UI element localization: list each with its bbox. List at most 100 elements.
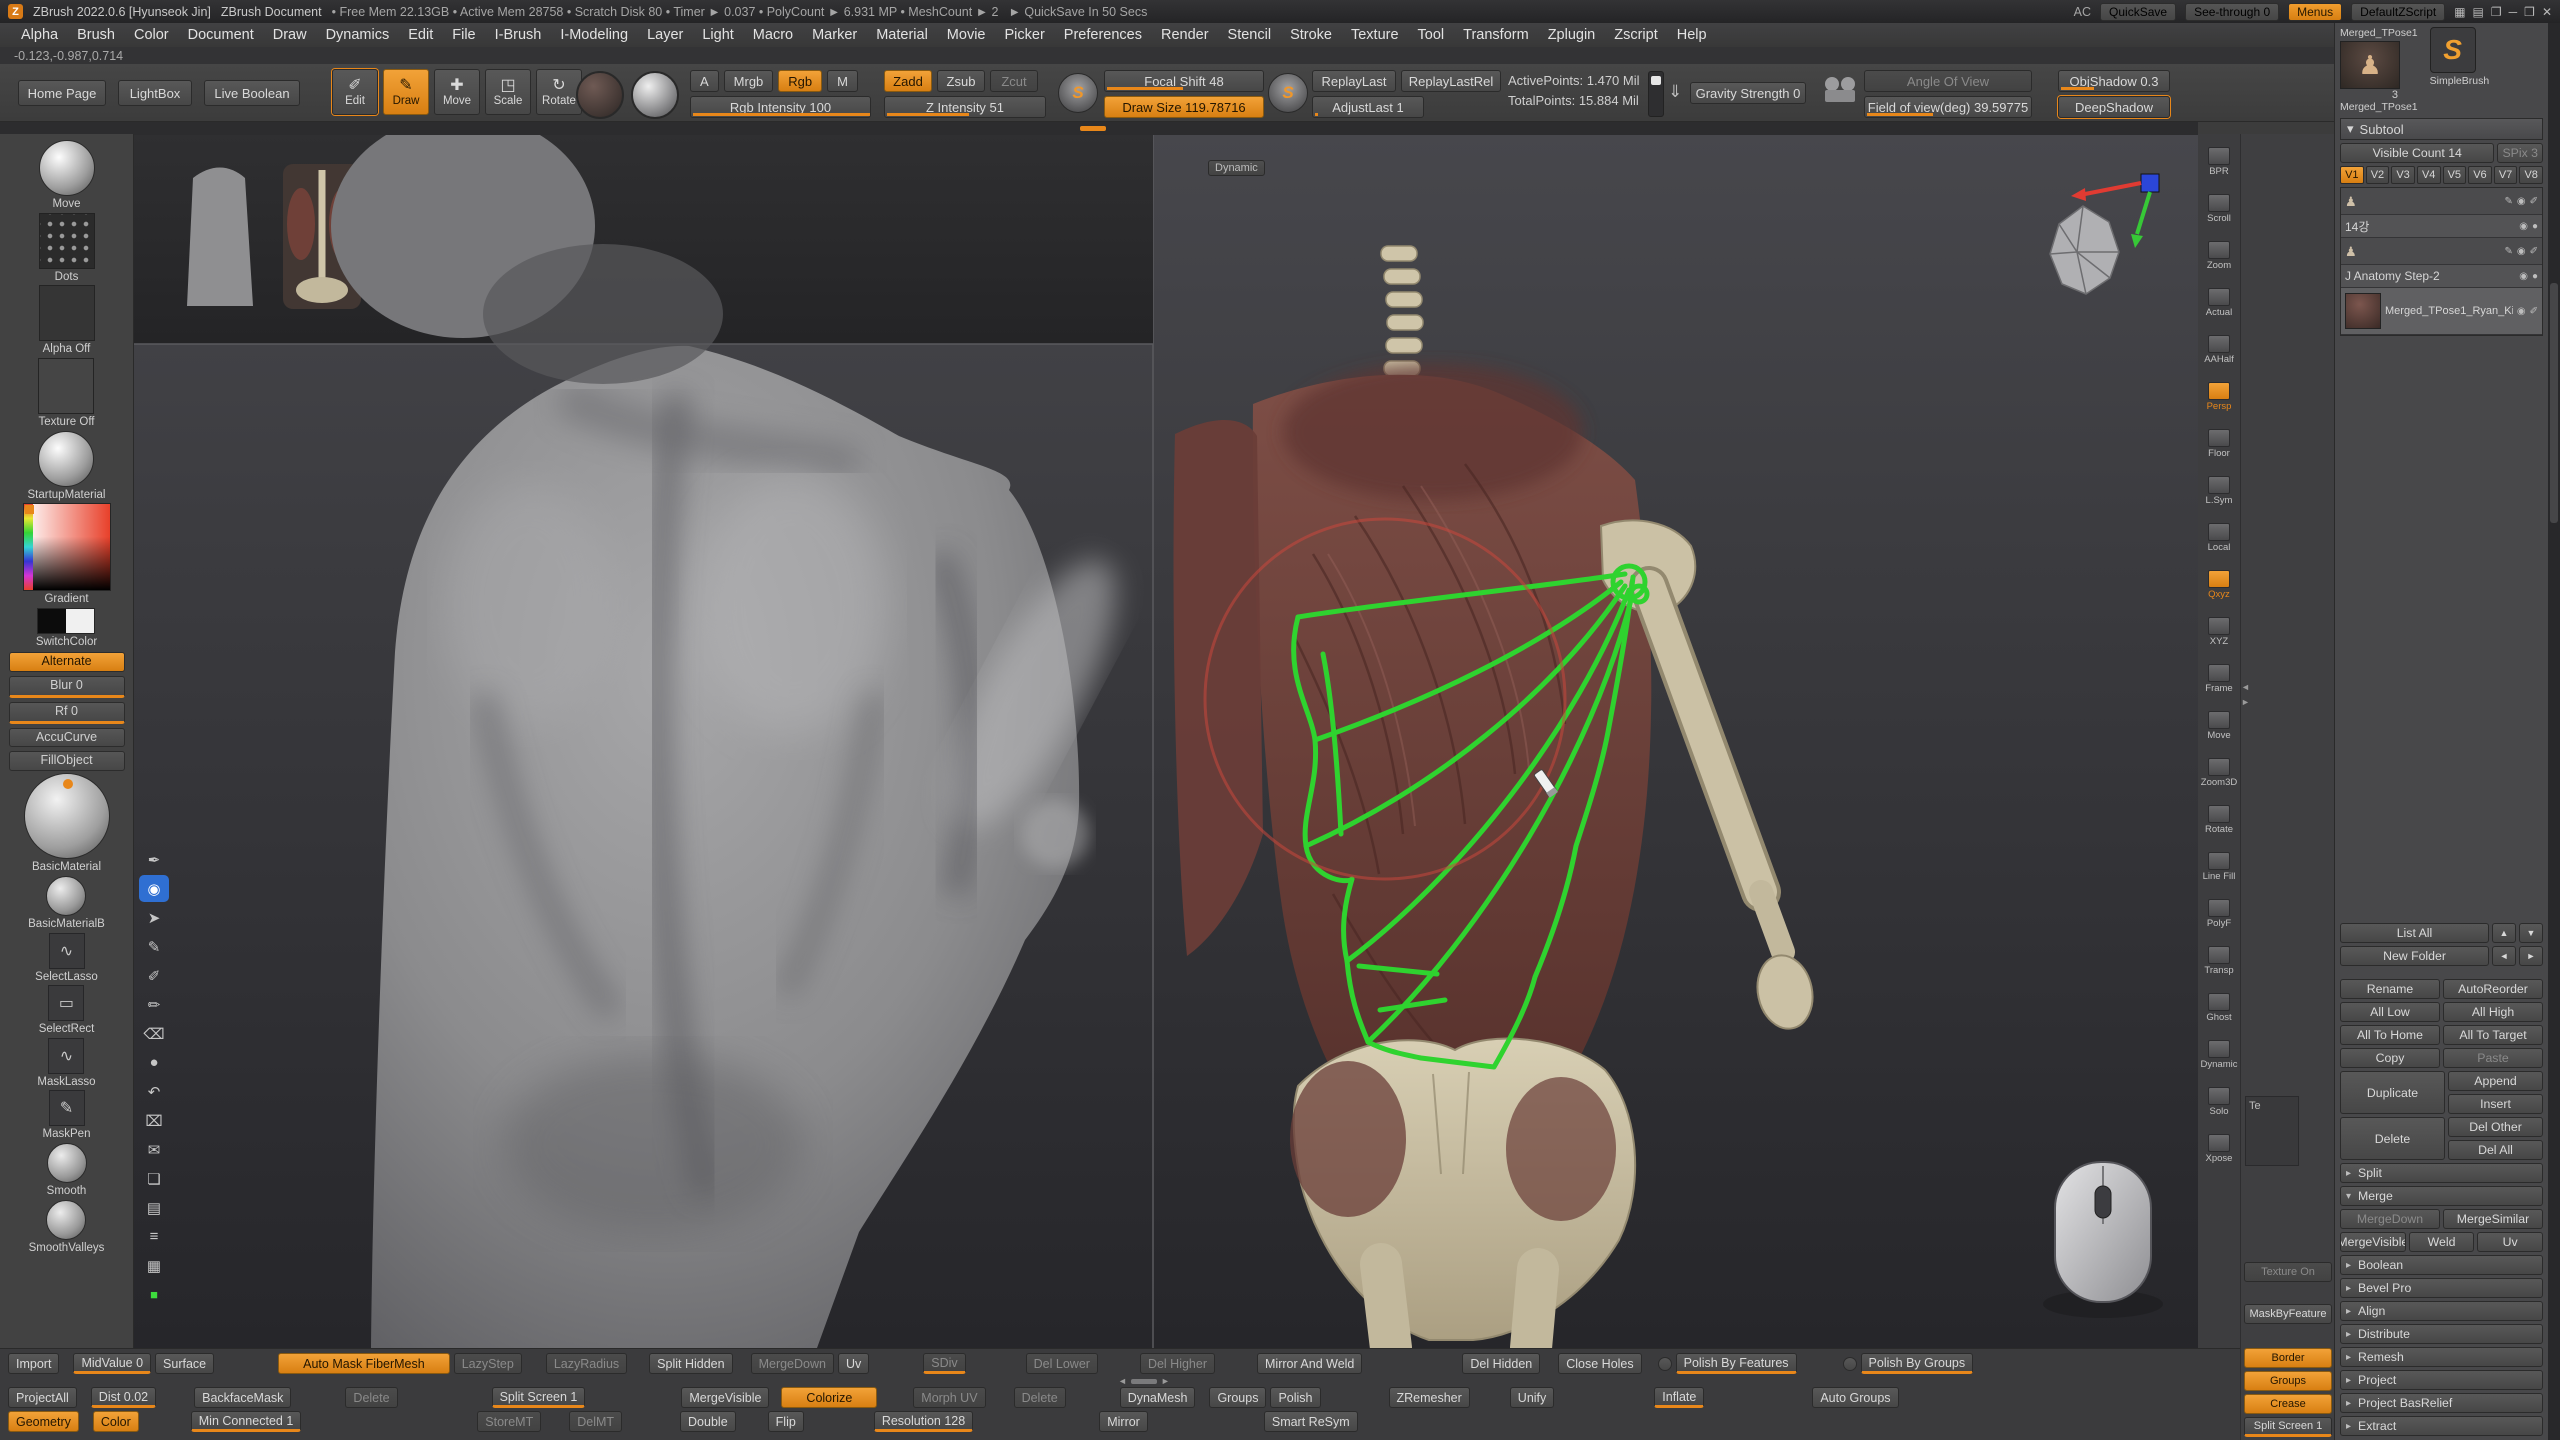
texture-off-thumb[interactable]: Texture Off [38, 358, 94, 429]
color-tab-button[interactable]: Color [93, 1411, 139, 1432]
zoom3d-button[interactable]: Zoom3D [2199, 749, 2239, 796]
alternate-button[interactable]: Alternate [9, 650, 125, 672]
rename-button[interactable]: Rename [2340, 979, 2440, 999]
folder-right-button[interactable]: ► [2519, 946, 2543, 966]
note-icon[interactable]: ✉ [139, 1136, 169, 1163]
startup-material-thumb[interactable]: StartupMaterial [28, 431, 106, 502]
edit-mode-button[interactable]: ✐ Edit [332, 69, 378, 115]
auto-reorder-button[interactable]: AutoReorder [2443, 979, 2543, 999]
all-low-button[interactable]: All Low [2340, 1002, 2440, 1022]
polish-groups-dot[interactable] [1843, 1357, 1857, 1371]
collapsed-palette[interactable]: Te [2245, 1096, 2299, 1166]
lightbox-button[interactable]: LightBox [118, 80, 192, 106]
delete-icon[interactable]: ⌧ [139, 1107, 169, 1134]
pen-icon[interactable]: ✎ [139, 933, 169, 960]
live-boolean-button[interactable]: Live Boolean [204, 80, 300, 106]
crease-button[interactable]: Crease [2244, 1394, 2332, 1414]
xpose-button[interactable]: Xpose [2199, 1125, 2239, 1172]
m-button[interactable]: M [827, 70, 858, 92]
draw-mode-button[interactable]: ✎ Draw [383, 69, 429, 115]
project-section-button[interactable]: Project [2340, 1370, 2543, 1390]
menu-item[interactable]: Draw [264, 25, 316, 45]
focal-shift-slider[interactable]: Focal Shift 48 [1104, 70, 1264, 92]
smooth-brush-thumb[interactable]: Smooth [47, 1143, 87, 1198]
all-to-home-button[interactable]: All To Home [2340, 1025, 2440, 1045]
line-fill-button[interactable]: Line Fill [2199, 843, 2239, 890]
storemt-button[interactable]: StoreMT [477, 1411, 541, 1432]
polish-dynamesh-button[interactable]: Polish [1270, 1387, 1320, 1408]
spix-slider[interactable]: SPix 3 [2497, 143, 2543, 163]
image-icon[interactable]: ❏ [139, 1165, 169, 1192]
zcut-button[interactable]: Zcut [990, 70, 1038, 92]
dist-slider[interactable]: Dist 0.02 [91, 1387, 156, 1408]
rf-slider[interactable]: Rf 0 [9, 700, 125, 724]
dock-scroll-right-icon[interactable]: ► [1161, 1376, 1170, 1386]
subtool-folder-bar[interactable]: ✎ ◉ ✐ [2341, 188, 2542, 215]
fillobject-button[interactable]: FillObject [9, 749, 125, 771]
mergedown-row1-button[interactable]: MergeDown [751, 1353, 834, 1374]
merge-down-button[interactable]: MergeDown [2340, 1209, 2440, 1229]
see-through-slider[interactable]: See-through 0 [2185, 3, 2279, 21]
menu-item[interactable]: Picker [995, 25, 1053, 45]
menu-item[interactable]: Transform [1454, 25, 1538, 45]
z-intensity-slider[interactable]: Z Intensity 51 [884, 96, 1046, 118]
stroke-icon[interactable]: S [1058, 73, 1098, 113]
draw-size-slider[interactable]: Draw Size 119.78716 [1104, 96, 1264, 118]
subtool-folder-item[interactable]: J Anatomy Step-2 ◉ ● [2341, 265, 2542, 288]
extract-section-button[interactable]: Extract [2340, 1416, 2543, 1436]
delete-button[interactable]: Delete [345, 1387, 397, 1408]
store-layout-icon[interactable]: ▦ [2454, 5, 2465, 19]
window-scrollbar[interactable] [2548, 23, 2560, 1440]
alpha-off-thumb[interactable]: Alpha Off [39, 285, 95, 356]
alpha-toggle-button[interactable]: A [690, 70, 719, 92]
align-section-button[interactable]: Align [2340, 1301, 2543, 1321]
rgb-intensity-slider[interactable]: Rgb Intensity 100 [690, 96, 871, 118]
paste-button[interactable]: Paste [2443, 1048, 2543, 1068]
scrollbar-handle[interactable] [2550, 283, 2558, 523]
zremesher-button[interactable]: ZRemesher [1389, 1387, 1470, 1408]
menu-item[interactable]: Brush [68, 25, 124, 45]
copy-button[interactable]: Copy [2340, 1048, 2440, 1068]
new-folder-button[interactable]: New Folder [2340, 946, 2489, 966]
delmt-button[interactable]: DelMT [569, 1411, 622, 1432]
menu-item[interactable]: Help [1668, 25, 1716, 45]
zadd-button[interactable]: Zadd [884, 70, 932, 92]
select-lasso-thumb[interactable]: SelectLasso [35, 933, 98, 984]
mask-pen-thumb[interactable]: MaskPen [43, 1090, 91, 1141]
shelf-move-button[interactable]: Move [2199, 702, 2239, 749]
subtool-folder-bar[interactable]: ✎ ◉ ✐ [2341, 238, 2542, 265]
min-connected-slider[interactable]: Min Connected 1 [191, 1411, 302, 1432]
pencil-icon[interactable]: ✏ [139, 991, 169, 1018]
flip-button[interactable]: Flip [768, 1411, 804, 1432]
scale-mode-button[interactable]: ◳ Scale [485, 69, 531, 115]
undo-icon[interactable]: ↶ [139, 1078, 169, 1105]
mergevisible-button[interactable]: MergeVisible [681, 1387, 769, 1408]
double-button[interactable]: Double [680, 1411, 736, 1432]
ghost-button[interactable]: Ghost [2199, 984, 2239, 1031]
actual-button[interactable]: Actual [2199, 279, 2239, 326]
menu-item[interactable]: Dynamics [317, 25, 399, 45]
groups-dynamesh-button[interactable]: Groups [1209, 1387, 1266, 1408]
project-basrelief-section-button[interactable]: Project BasRelief [2340, 1393, 2543, 1413]
merge-visible-button[interactable]: MergeVisible [2340, 1232, 2406, 1252]
cursor-icon[interactable]: ➤ [139, 904, 169, 931]
dock-scroll-left-icon[interactable]: ◄ [1118, 1376, 1127, 1386]
solo-button[interactable]: Solo [2199, 1078, 2239, 1125]
document-canvas[interactable]: ✒ ◉ ➤ ✎ ✐ ✏ ⌫ ● ↶ ⌧ ✉ ❏ [133, 134, 2198, 1348]
del-higher-button[interactable]: Del Higher [1140, 1353, 1215, 1374]
current-tool-thumbnail[interactable] [2340, 41, 2400, 89]
morph-uv-button[interactable]: Morph UV [913, 1387, 985, 1408]
auto-groups-button[interactable]: Auto Groups [1812, 1387, 1898, 1408]
divider-handle[interactable] [1080, 126, 1106, 131]
all-to-target-button[interactable]: All To Target [2443, 1025, 2543, 1045]
lazystep-slider[interactable]: LazyStep [454, 1353, 522, 1374]
list-all-button[interactable]: List All [2340, 923, 2489, 943]
basic-material-thumb[interactable]: BasicMaterial [24, 773, 110, 874]
transp-button[interactable]: Transp [2199, 937, 2239, 984]
split-screen-slider[interactable]: Split Screen 1 [2244, 1417, 2332, 1437]
bevel-pro-section-button[interactable]: Bevel Pro [2340, 1278, 2543, 1298]
zsub-button[interactable]: Zsub [937, 70, 985, 92]
dynamic-draw-size-toggle[interactable]: Dynamic [1208, 160, 1265, 176]
dynamesh-button[interactable]: DynaMesh [1120, 1387, 1196, 1408]
append-button[interactable]: Append [2448, 1071, 2543, 1091]
